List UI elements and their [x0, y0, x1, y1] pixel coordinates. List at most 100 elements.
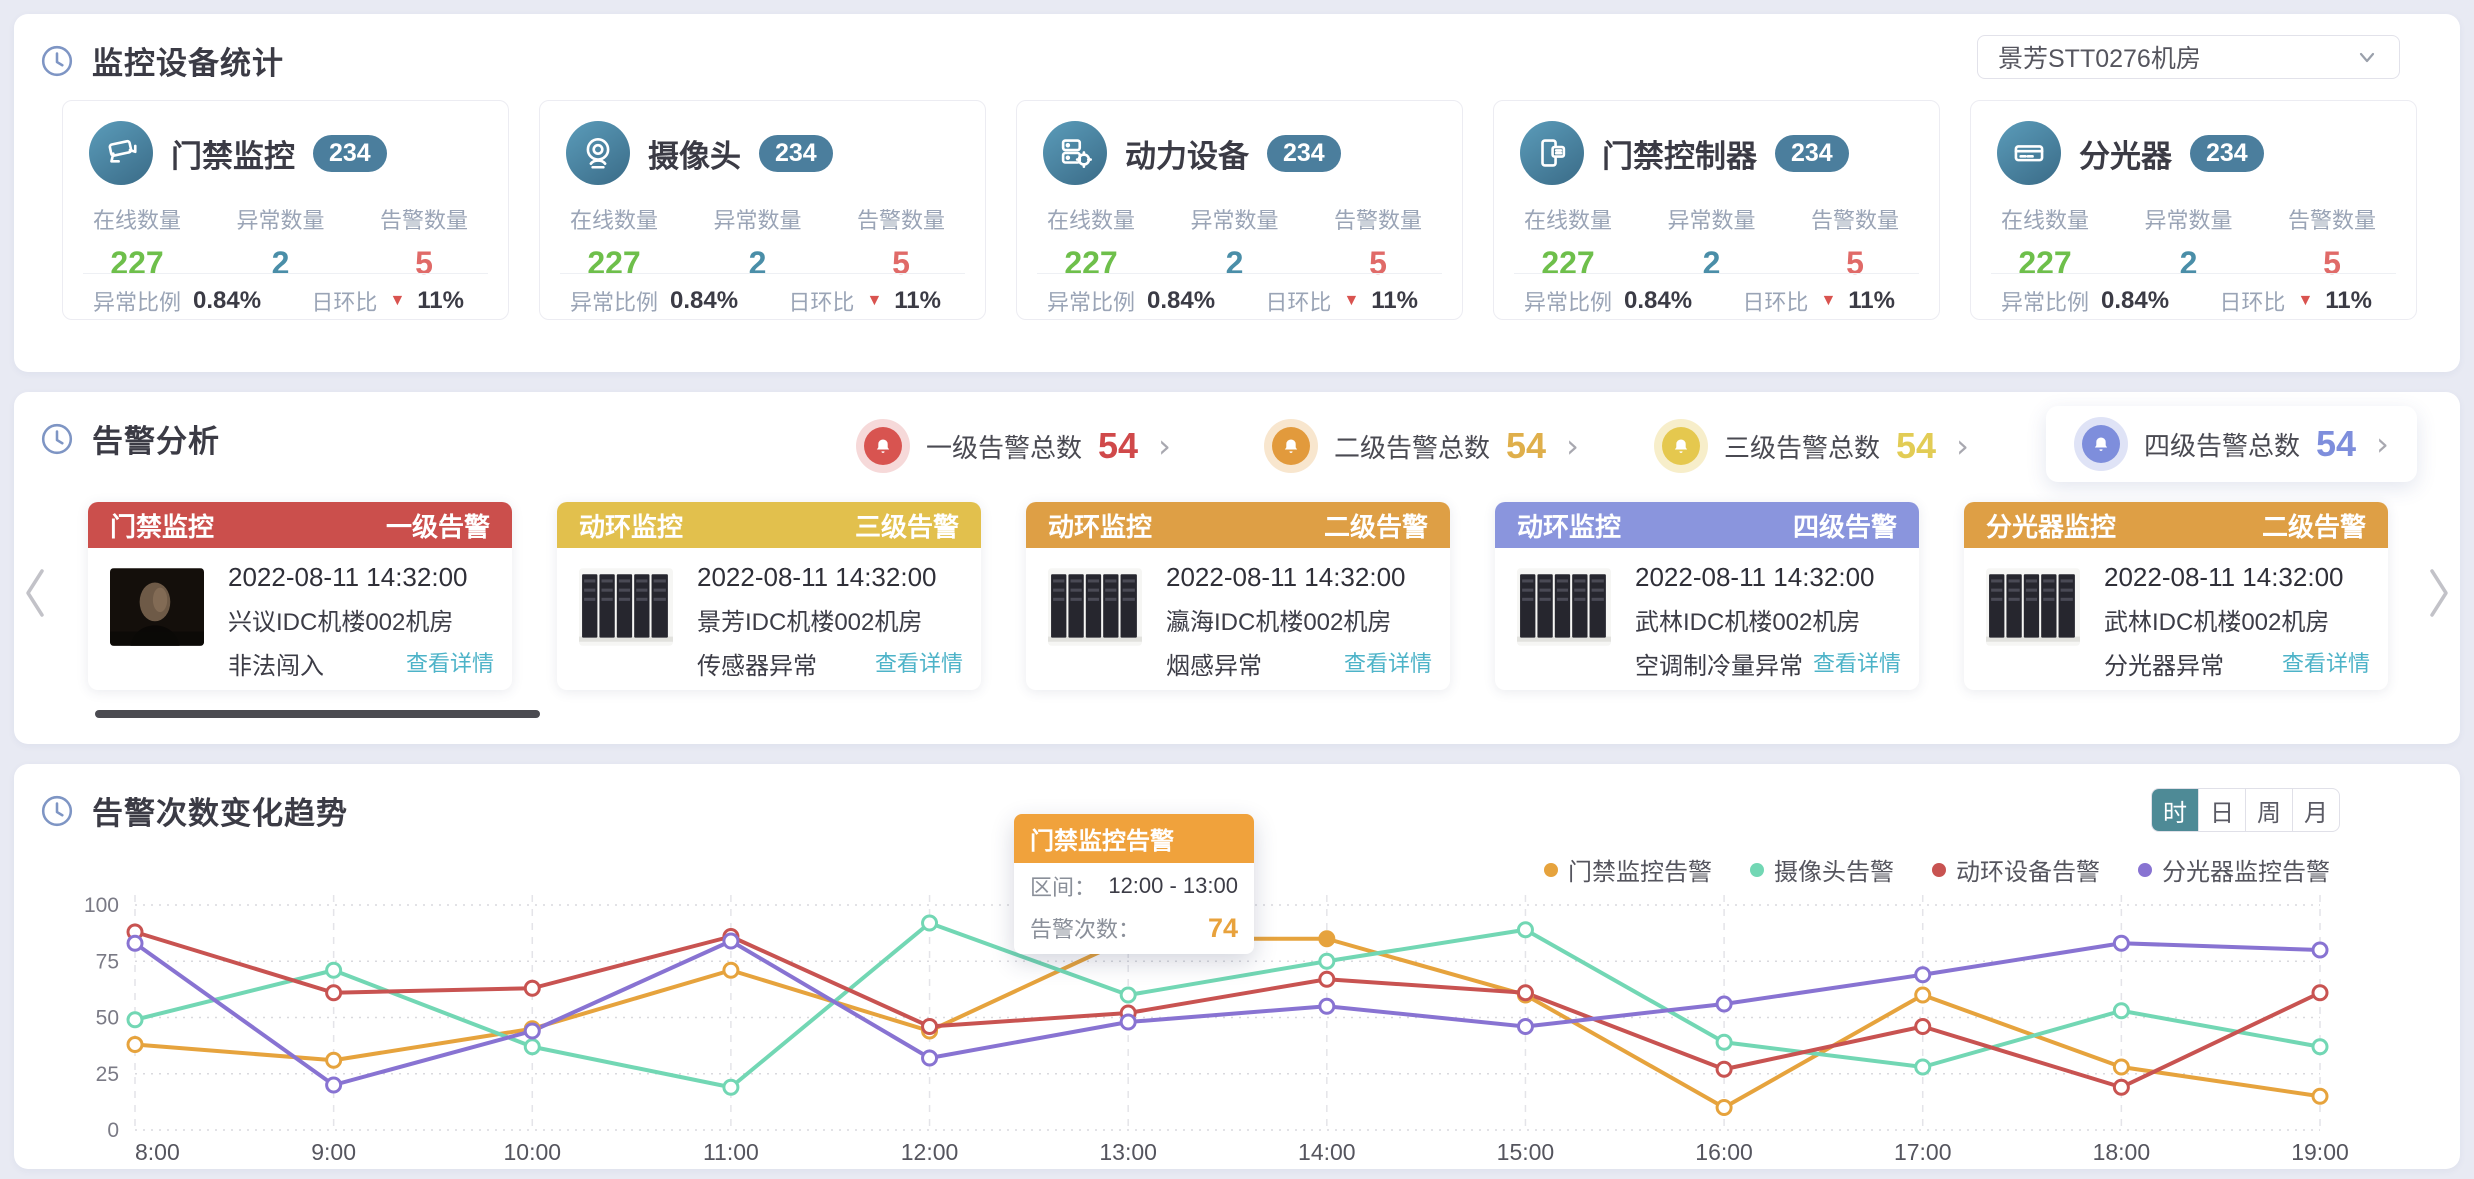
- data-point[interactable]: [128, 1013, 142, 1027]
- data-point[interactable]: [724, 963, 738, 977]
- data-point[interactable]: [525, 981, 539, 995]
- data-point[interactable]: [525, 1040, 539, 1054]
- device-total-badge: 234: [313, 135, 387, 172]
- alarm-location: 武林IDC机楼002机房: [1635, 602, 1905, 637]
- online-column: 在线数量 227: [1524, 203, 1612, 282]
- data-point[interactable]: [2114, 1004, 2128, 1018]
- view-details-link[interactable]: 查看详情: [1813, 646, 1901, 678]
- view-details-link[interactable]: 查看详情: [406, 646, 494, 678]
- data-point[interactable]: [1518, 986, 1532, 1000]
- data-point[interactable]: [2313, 1089, 2327, 1103]
- data-point[interactable]: [1320, 972, 1334, 986]
- data-point[interactable]: [2313, 943, 2327, 957]
- range-button-月[interactable]: 月: [2292, 789, 2339, 831]
- data-point[interactable]: [327, 963, 341, 977]
- data-point[interactable]: [1916, 988, 1930, 1002]
- alarm-total-item[interactable]: 一级告警总数 54 ›: [856, 418, 1171, 474]
- data-point[interactable]: [923, 1051, 937, 1065]
- online-label: 在线数量: [93, 203, 181, 235]
- day-ratio-value: 11%: [2325, 287, 2372, 315]
- chevron-right-icon[interactable]: ›: [2376, 425, 2389, 463]
- abnormal-ratio-value: 0.84%: [670, 287, 738, 315]
- data-point[interactable]: [1518, 923, 1532, 937]
- data-point[interactable]: [1717, 997, 1731, 1011]
- data-point[interactable]: [1916, 1060, 1930, 1074]
- dashboard-page: 监控设备统计 景芳STT0276机房 门禁监控 234 在线数量 227 异常数…: [0, 0, 2474, 1179]
- chevron-right-icon[interactable]: ›: [1956, 427, 1969, 465]
- carousel-next-button[interactable]: [2422, 558, 2456, 628]
- data-point[interactable]: [1717, 1101, 1731, 1115]
- view-details-link[interactable]: 查看详情: [1344, 646, 1432, 678]
- data-point[interactable]: [724, 1080, 738, 1094]
- data-point[interactable]: [1320, 954, 1334, 968]
- data-point[interactable]: [923, 1020, 937, 1034]
- range-button-周[interactable]: 周: [2245, 789, 2292, 831]
- online-column: 在线数量 227: [570, 203, 658, 282]
- alarm-total-item[interactable]: 二级告警总数 54 ›: [1264, 418, 1579, 474]
- chevron-down-icon: [2355, 45, 2379, 69]
- cctv-icon: [89, 121, 153, 185]
- data-point[interactable]: [2114, 1080, 2128, 1094]
- view-details-link[interactable]: 查看详情: [875, 646, 963, 678]
- alarm-total-label: 四级告警总数: [2144, 426, 2300, 463]
- data-point[interactable]: [2114, 936, 2128, 950]
- bell-icon: [1662, 427, 1700, 465]
- data-point[interactable]: [327, 1053, 341, 1067]
- device-card-footer: 异常比例 0.84% 日环比 ▼ 11%: [93, 285, 464, 317]
- data-point[interactable]: [327, 1078, 341, 1092]
- data-point[interactable]: [525, 1024, 539, 1038]
- data-point[interactable]: [128, 1038, 142, 1052]
- data-point[interactable]: [1320, 932, 1334, 946]
- data-point[interactable]: [2313, 1040, 2327, 1054]
- x-tick-label: 9:00: [311, 1139, 356, 1165]
- device-card: 门禁监控 234 在线数量 227 异常数量 2 告警数量 5 异常比例 0.8…: [62, 100, 509, 320]
- data-point[interactable]: [1121, 1015, 1135, 1029]
- device-total-badge: 234: [759, 135, 833, 172]
- data-point[interactable]: [128, 936, 142, 950]
- data-point[interactable]: [1717, 1062, 1731, 1076]
- room-selector-dropdown[interactable]: 景芳STT0276机房: [1977, 35, 2400, 79]
- data-point[interactable]: [2313, 986, 2327, 1000]
- alarm-label: 告警数量: [1334, 203, 1422, 235]
- data-point[interactable]: [1916, 1020, 1930, 1034]
- device-card-head: 分光器 234: [1971, 101, 2416, 185]
- online-column: 在线数量 227: [2001, 203, 2089, 282]
- alarm-card-header: 门禁监控 一级告警: [88, 502, 512, 548]
- online-value: 227: [587, 245, 640, 282]
- range-button-时[interactable]: 时: [2152, 789, 2198, 831]
- abnormal-label: 异常数量: [1667, 203, 1755, 235]
- alarm-label: 告警数量: [1811, 203, 1899, 235]
- data-point[interactable]: [923, 916, 937, 930]
- data-point[interactable]: [1717, 1035, 1731, 1049]
- alarm-label: 告警数量: [2288, 203, 2376, 235]
- horizontal-scrollbar[interactable]: [95, 710, 540, 718]
- view-details-link[interactable]: 查看详情: [2282, 646, 2370, 678]
- data-point[interactable]: [1518, 1020, 1532, 1034]
- alarm-total-item[interactable]: 三级告警总数 54 ›: [1654, 418, 1969, 474]
- alarm-total-item[interactable]: 四级告警总数 54 ›: [2046, 406, 2417, 482]
- data-point[interactable]: [327, 986, 341, 1000]
- data-point[interactable]: [2114, 1060, 2128, 1074]
- data-point[interactable]: [724, 934, 738, 948]
- alarm-card-header: 动环监控 四级告警: [1495, 502, 1919, 548]
- alarm-time: 2022-08-11 14:32:00: [1166, 562, 1436, 593]
- person-image: [110, 568, 204, 646]
- abnormal-label: 异常数量: [1190, 203, 1278, 235]
- alarm-analysis-panel: 告警分析 一级告警总数 54 › 二级告警总数 54 › 三级告警总数 54: [14, 392, 2460, 744]
- bell-halo: [2074, 417, 2128, 471]
- alarm-total-label: 一级告警总数: [926, 428, 1082, 465]
- chevron-right-icon[interactable]: ›: [1158, 427, 1171, 465]
- device-stats-row: 在线数量 227 异常数量 2 告警数量 5: [1971, 185, 2416, 282]
- y-tick-label: 75: [96, 950, 119, 973]
- tooltip-count-value: 74: [1208, 913, 1238, 944]
- range-button-日[interactable]: 日: [2198, 789, 2245, 831]
- carousel-prev-button[interactable]: [18, 558, 52, 628]
- x-tick-label: 19:00: [2291, 1139, 2349, 1165]
- data-point[interactable]: [1916, 968, 1930, 982]
- device-total-badge: 234: [1775, 135, 1849, 172]
- down-triangle-icon: ▼: [389, 293, 405, 309]
- device-total-badge: 234: [2190, 135, 2264, 172]
- chevron-right-icon[interactable]: ›: [1566, 427, 1579, 465]
- data-point[interactable]: [1320, 999, 1334, 1013]
- data-point[interactable]: [1121, 988, 1135, 1002]
